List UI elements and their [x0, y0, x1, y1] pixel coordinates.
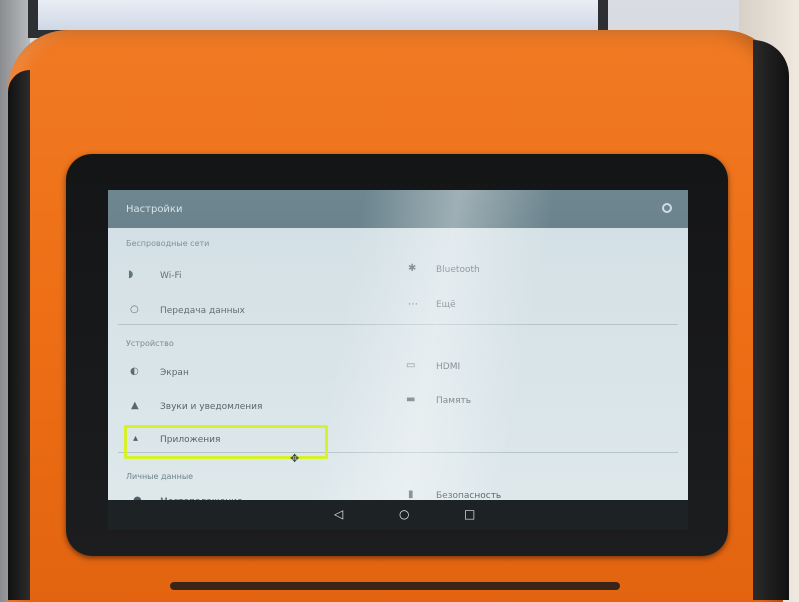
data-usage-icon: ○ — [130, 304, 139, 315]
android-nav-bar: ◁ ○ □ — [108, 500, 688, 530]
back-icon[interactable]: ◁ — [334, 508, 343, 520]
lock-icon: ▮ — [408, 489, 414, 500]
printer-slot — [170, 582, 620, 590]
photo-scene: Настройки Беспроводные сети ◗ Wi-Fi ✱ Bl… — [0, 0, 799, 602]
wifi-icon: ◗ — [128, 269, 134, 280]
more-icon: ⋯ — [408, 299, 418, 310]
background-monitor-screen — [38, 0, 598, 30]
settings-item-label: Ещё — [436, 300, 456, 310]
settings-item-label: Звуки и уведомления — [160, 402, 263, 412]
monitor-icon: ▭ — [406, 360, 416, 371]
settings-item-label: Передача данных — [160, 306, 245, 316]
settings-item-label: Память — [436, 396, 472, 406]
settings-item-label: Экран — [160, 368, 189, 378]
section-wireless: Беспроводные сети — [126, 239, 210, 248]
section-divider — [118, 324, 678, 325]
settings-app-bar: Настройки — [108, 190, 688, 228]
storage-icon: ▬ — [406, 394, 416, 405]
bell-icon: ▲ — [131, 400, 139, 411]
section-personal: Личные данные — [126, 472, 194, 481]
device-side-left — [8, 70, 30, 600]
cursor-icon: ✥ — [290, 452, 300, 465]
section-device: Устройство — [126, 339, 174, 348]
device-side-right — [753, 40, 789, 600]
android-settings-screen: Настройки Беспроводные сети ◗ Wi-Fi ✱ Bl… — [108, 190, 688, 530]
recents-icon[interactable]: □ — [464, 508, 475, 520]
settings-item-label: Bluetooth — [436, 265, 480, 275]
page-title: Настройки — [126, 204, 183, 215]
settings-item-label: Wi-Fi — [160, 271, 182, 281]
settings-item-label: HDMI — [436, 362, 461, 372]
search-icon[interactable] — [662, 203, 672, 213]
bluetooth-icon: ✱ — [408, 263, 417, 274]
display-icon: ◐ — [130, 366, 139, 377]
home-icon[interactable]: ○ — [399, 508, 409, 520]
